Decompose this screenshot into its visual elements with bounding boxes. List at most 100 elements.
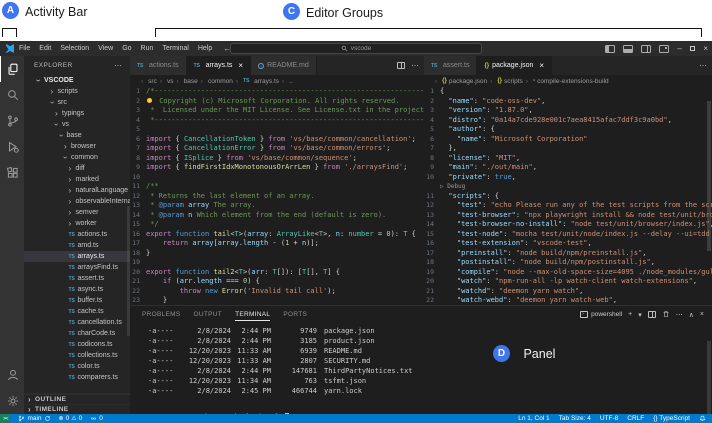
tree-item[interactable]: TS actions.ts [24,229,130,240]
tree-item[interactable]: typings [24,108,130,119]
terminal-scrollbar-thumb[interactable] [707,341,711,421]
tree-item[interactable]: TS amd.ts [24,240,130,251]
more-actions-icon[interactable]: ⋯ [114,61,122,70]
minimize-button[interactable]: – [677,44,681,53]
tree-item[interactable]: base [24,130,130,141]
activity-search-icon[interactable] [0,82,24,108]
toggle-sidebar-icon[interactable] [605,45,615,53]
status-item[interactable]: Tab Size: 4 [559,414,591,423]
tree-item[interactable]: vs [24,119,130,130]
ports-status-item[interactable]: 0 [90,414,103,423]
split-terminal-icon[interactable] [648,311,656,318]
lightbulb-icon[interactable] [147,98,152,103]
breadcrumb-item[interactable]: {} package.json [432,78,487,85]
accounts-icon[interactable] [0,362,24,388]
maximize-panel-icon[interactable]: ∧ [689,311,694,319]
breadcrumb-item[interactable]: ▫ compile-extensions-build [523,78,609,85]
terminal-shell-item[interactable]: powershell [580,311,622,318]
maximize-button[interactable] [690,44,696,53]
tree-item[interactable]: TS color.ts [24,361,130,372]
menu-item[interactable]: Go [122,45,131,52]
tree-item[interactable]: scripts [24,86,130,97]
more-actions-icon[interactable]: ⋯ [699,61,707,70]
tree-item[interactable]: TS codicons.ts [24,339,130,350]
code-editor-arrays-ts[interactable]: 1/*-------------------------------------… [130,87,424,305]
activity-explorer-icon[interactable] [0,56,24,82]
tree-item[interactable]: TS arraysFind.ts [24,262,130,273]
close-tab-icon[interactable]: × [539,61,544,70]
breadcrumb-item[interactable]: base [174,78,198,85]
tree-item[interactable]: browser [24,141,130,152]
branch-status-item[interactable]: main [18,414,50,423]
menu-item[interactable]: Edit [39,45,51,52]
search-input[interactable]: vscode [230,43,482,54]
editor-tab[interactable]: i README.md [251,56,317,75]
menu-item[interactable]: Run [141,45,154,52]
menu-item[interactable]: File [19,45,30,52]
tree-item[interactable]: marked [24,174,130,185]
tree-item[interactable]: TS assert.ts [24,273,130,284]
terminal[interactable]: -a---- 2/8/2024 2:44 PM 9749 package.jso… [130,323,712,415]
notifications-bell-icon[interactable] [699,414,706,423]
menu-item[interactable]: Terminal [162,45,188,52]
tree-item[interactable]: TS arrays.ts [24,251,130,262]
tree-item[interactable]: TS buffer.ts [24,295,130,306]
activity-source-control-icon[interactable] [0,108,24,134]
tree-item[interactable]: diff [24,163,130,174]
breadcrumb-item[interactable]: .. [279,78,293,85]
sidebar-section-header[interactable]: TIMELINE [24,404,130,414]
activity-run-debug-icon[interactable] [0,134,24,160]
editor-scrollbar-thumb[interactable] [707,101,711,251]
editor-tab[interactable]: {} package.json × [477,56,552,75]
tree-item[interactable]: TS cancellation.ts [24,317,130,328]
tree-item[interactable]: common [24,152,130,163]
status-item[interactable]: CRLF [627,414,644,423]
status-item[interactable]: {} TypeScript [653,414,690,423]
explorer-root-folder[interactable]: VSCODE [24,75,130,86]
more-actions-icon[interactable]: ⋯ [411,61,419,70]
close-button[interactable]: × [703,44,708,53]
split-editor-icon[interactable] [397,62,405,69]
menu-item[interactable]: Help [198,45,212,52]
tree-item[interactable]: TS charCode.ts [24,328,130,339]
tree-item[interactable]: naturalLanguage [24,185,130,196]
tree-item[interactable]: TS comparers.ts [24,372,130,383]
editor-tab[interactable]: TS arrays.ts × [187,56,252,75]
close-tab-icon[interactable]: × [238,61,243,70]
new-terminal-button[interactable]: + [628,311,632,318]
toggle-panel-icon[interactable] [623,45,633,53]
tree-item[interactable]: src [24,97,130,108]
breadcrumb-item[interactable]: TS arrays.ts [233,78,279,85]
breadcrumb-item[interactable]: vs [157,78,174,85]
status-item[interactable]: Ln 1, Col 1 [518,414,549,423]
breadcrumb-item[interactable]: common [198,78,233,85]
panel-tab[interactable]: OUTPUT [194,308,223,321]
tree-item[interactable]: worker [24,218,130,229]
activity-extensions-icon[interactable] [0,160,24,186]
toggle-secondary-sidebar-icon[interactable] [641,45,651,53]
close-panel-icon[interactable]: × [700,311,704,318]
menu-item[interactable]: Selection [60,45,89,52]
code-editor-package-json[interactable]: 1{2 "name": "code-oss-dev",3 "version": … [424,87,712,305]
remote-indicator[interactable]: >< [0,414,10,423]
panel-tab[interactable]: TERMINAL [235,308,270,321]
breadcrumb-item[interactable]: {} scripts [487,78,523,85]
codelens-debug-action[interactable]: ▷ Debug [440,183,465,190]
kill-terminal-icon[interactable] [662,310,670,320]
panel-tab[interactable]: PORTS [283,308,307,321]
tree-item[interactable]: TS cache.ts [24,306,130,317]
settings-gear-icon[interactable] [0,388,24,414]
tree-item[interactable]: semver [24,207,130,218]
breadcrumb-item[interactable]: src [138,78,157,85]
more-actions-icon[interactable]: ⋯ [676,311,683,319]
tree-item[interactable]: observableInternal [24,196,130,207]
menu-item[interactable]: View [98,45,113,52]
panel-tab[interactable]: PROBLEMS [142,308,181,321]
terminal-dropdown-icon[interactable]: ▾ [638,311,642,319]
editor-tab[interactable]: TS actions.ts [130,56,187,75]
problems-status-item[interactable]: ⊗ 0 ⚠ 0 [59,414,83,423]
editor-tab[interactable]: TS assert.ts [424,56,477,75]
tree-item[interactable]: TS async.ts [24,284,130,295]
customize-layout-icon[interactable] [659,45,669,53]
tree-item[interactable]: TS collections.ts [24,350,130,361]
